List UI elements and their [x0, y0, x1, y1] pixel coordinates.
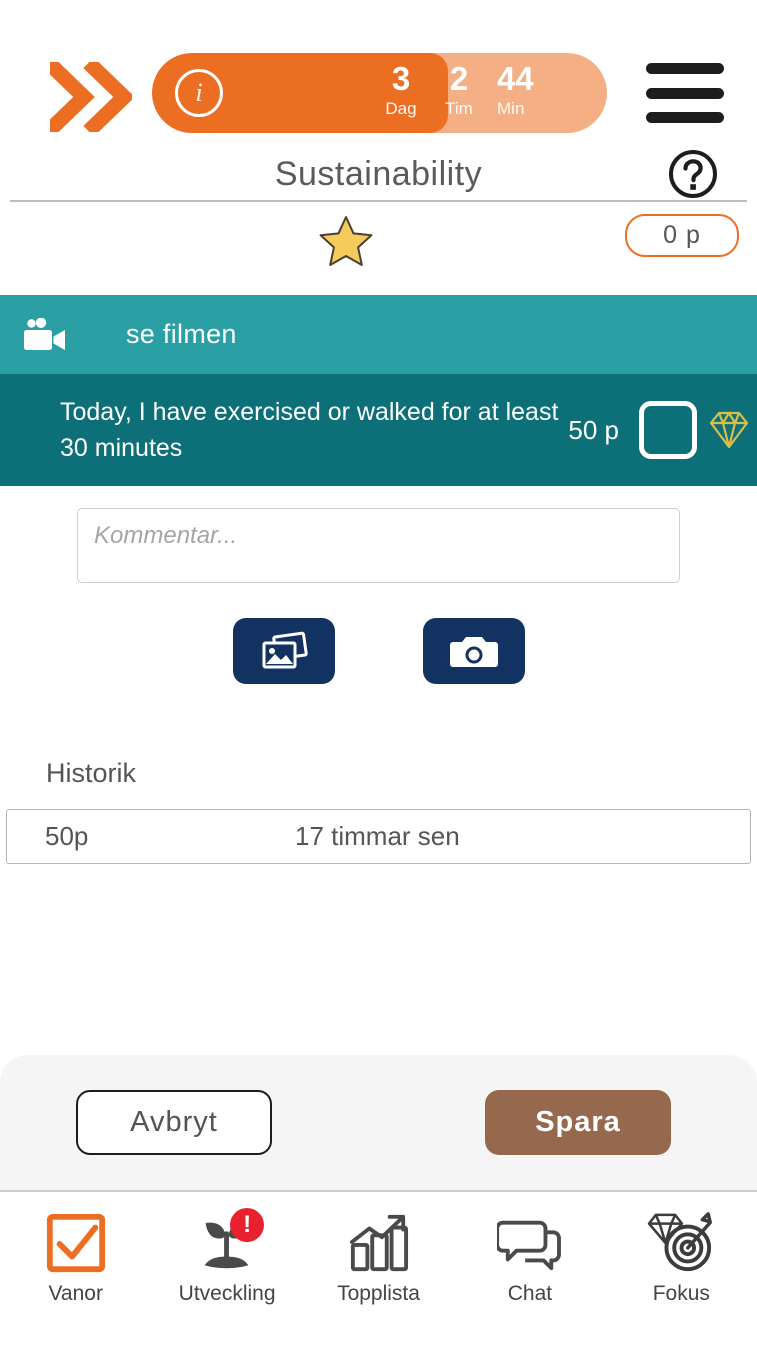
task-description: Today, I have exercised or walked for at… — [60, 398, 559, 462]
timer-minutes-value: 44 — [497, 60, 534, 97]
nav-item-chat[interactable]: Chat — [454, 1206, 605, 1306]
timer-unit-hours: 2 Tim — [430, 53, 488, 120]
hamburger-bar — [646, 112, 724, 123]
info-circle-icon[interactable]: i — [175, 69, 223, 117]
camera-button[interactable] — [422, 618, 525, 684]
nav-label-vanor: Vanor — [48, 1282, 103, 1305]
countdown-timer[interactable]: i 3 Dag 2 Tim 44 Min — [152, 53, 607, 133]
star-icon — [318, 214, 374, 268]
task-row[interactable]: Today, I have exercised or walked for at… — [0, 374, 757, 486]
history-heading: Historik — [46, 758, 137, 788]
page-title: Sustainability — [274, 155, 483, 193]
checkbox-check-icon — [33, 1206, 119, 1280]
watch-film-label: se filmen — [126, 319, 237, 349]
table-row: 50p 17 timmar sen — [7, 810, 750, 863]
timer-days-value: 3 — [391, 60, 411, 97]
app-header: i 3 Dag 2 Tim 44 Min Sustainability — [0, 0, 757, 202]
timer-hours-label: Tim — [445, 99, 473, 118]
timer-unit-days: 3 Dag — [372, 53, 430, 120]
nav-item-vanor[interactable]: Vanor — [0, 1206, 151, 1306]
watch-film-bar[interactable]: se filmen — [0, 295, 757, 374]
nav-label-topplista: Topplista — [337, 1282, 420, 1305]
checkbox-unchecked-icon[interactable] — [639, 401, 697, 459]
bar-chart-arrow-icon — [336, 1206, 422, 1280]
diamond-icon — [707, 409, 751, 451]
status-row: 0 p — [0, 200, 757, 295]
comment-input[interactable] — [77, 508, 680, 583]
history-timestamp: 17 timmar sen — [295, 821, 460, 851]
double-chevron-right-icon[interactable] — [43, 57, 135, 137]
history-points: 50p — [45, 821, 89, 851]
action-footer: Avbryt Spara — [0, 1055, 757, 1190]
gallery-button[interactable] — [232, 618, 335, 684]
nav-item-utveckling[interactable]: ! Utveckling — [151, 1206, 302, 1306]
nav-label-chat: Chat — [507, 1282, 553, 1305]
task-points-label: 50 p — [568, 414, 619, 445]
timer-days-label: Dag — [385, 99, 417, 118]
diamond-target-icon — [638, 1206, 724, 1280]
video-camera-icon — [22, 317, 68, 352]
plant-sprout-icon: ! — [184, 1206, 270, 1280]
media-button-group — [0, 618, 757, 684]
nav-item-fokus[interactable]: Fokus — [606, 1206, 757, 1306]
chat-bubbles-icon — [487, 1206, 573, 1280]
alert-badge: ! — [230, 1208, 265, 1242]
timer-minutes-label: Min — [497, 99, 525, 118]
hamburger-bar — [646, 87, 724, 99]
hamburger-menu-icon[interactable] — [646, 63, 724, 123]
comment-section — [0, 486, 757, 588]
bottom-navigation: Vanor ! Utveckling Topplista Chat Fokus — [0, 1190, 757, 1345]
nav-label-utveckling: Utveckling — [178, 1282, 276, 1305]
points-badge: 0 p — [625, 214, 739, 257]
cancel-button[interactable]: Avbryt — [76, 1090, 272, 1155]
timer-hours-value: 2 — [449, 60, 469, 97]
save-button[interactable]: Spara — [485, 1090, 671, 1155]
history-table: 50p 17 timmar sen — [6, 809, 751, 864]
nav-item-topplista[interactable]: Topplista — [303, 1206, 454, 1306]
app-root: i 3 Dag 2 Tim 44 Min Sustainability 0 p … — [0, 0, 757, 1345]
nav-label-fokus: Fokus — [652, 1282, 710, 1305]
timer-unit-minutes: 44 Min — [488, 53, 607, 120]
hamburger-bar — [646, 63, 724, 74]
